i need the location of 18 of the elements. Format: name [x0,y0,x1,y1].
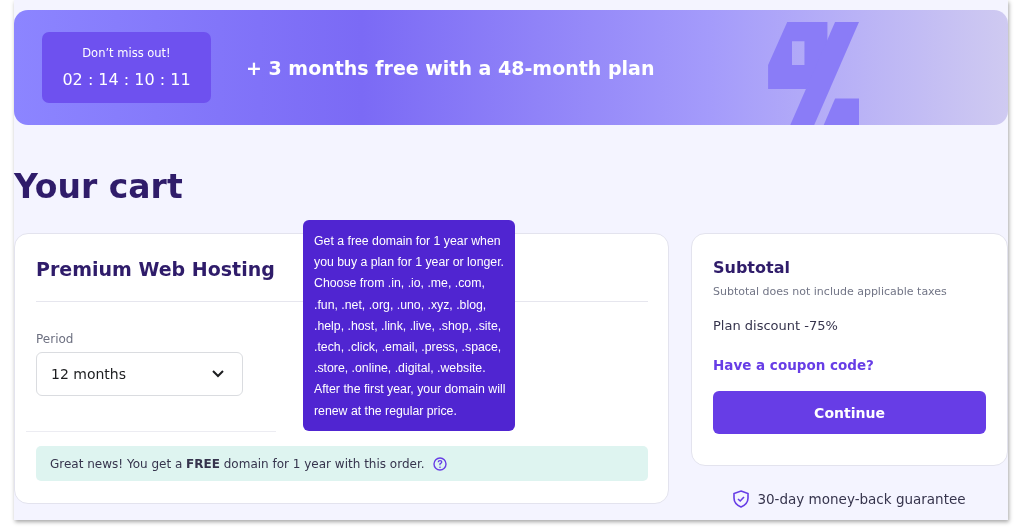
help-icon[interactable] [432,456,447,471]
shield-check-icon [733,490,750,508]
subtotal-title: Subtotal [713,258,791,277]
countdown-timer: 02 : 14 : 10 : 11 [62,70,191,89]
tooltip: Get a free domain for 1 year when you buy a plan for 1 year or longer. Choose from .in, .io, .me, .com, .fun, .net, .org, .uno, .xyz, .blog, .help, .host, .link, .live, .shop, .site, .tech, .click, .email, .press, .space, .store, .online, .digital, .website. After the first year, your domain will renew at the regular price. [303,220,515,431]
guarantee-text: 30-day money-back guarantee [757,491,966,507]
discount-text: Plan discount -75% [713,318,839,333]
continue-button[interactable]: Continue [713,391,986,434]
product-title: Premium Web Hosting [36,258,275,280]
offer-text: + 3 months free with a 48-month plan [246,56,655,79]
page-title: Your cart [14,167,184,208]
notice-text: Great news! You get a FREE domain for 1 year with this order. [50,456,425,471]
period-dropdown[interactable]: 12 months [36,352,243,396]
period-label: Period [36,332,75,346]
tax-note: Subtotal does not include applicable taxes [713,285,948,298]
coupon-link[interactable]: Have a coupon code? [713,357,986,373]
timer-label: Don’t miss out! [82,46,171,60]
chevron-down-icon [212,370,224,378]
